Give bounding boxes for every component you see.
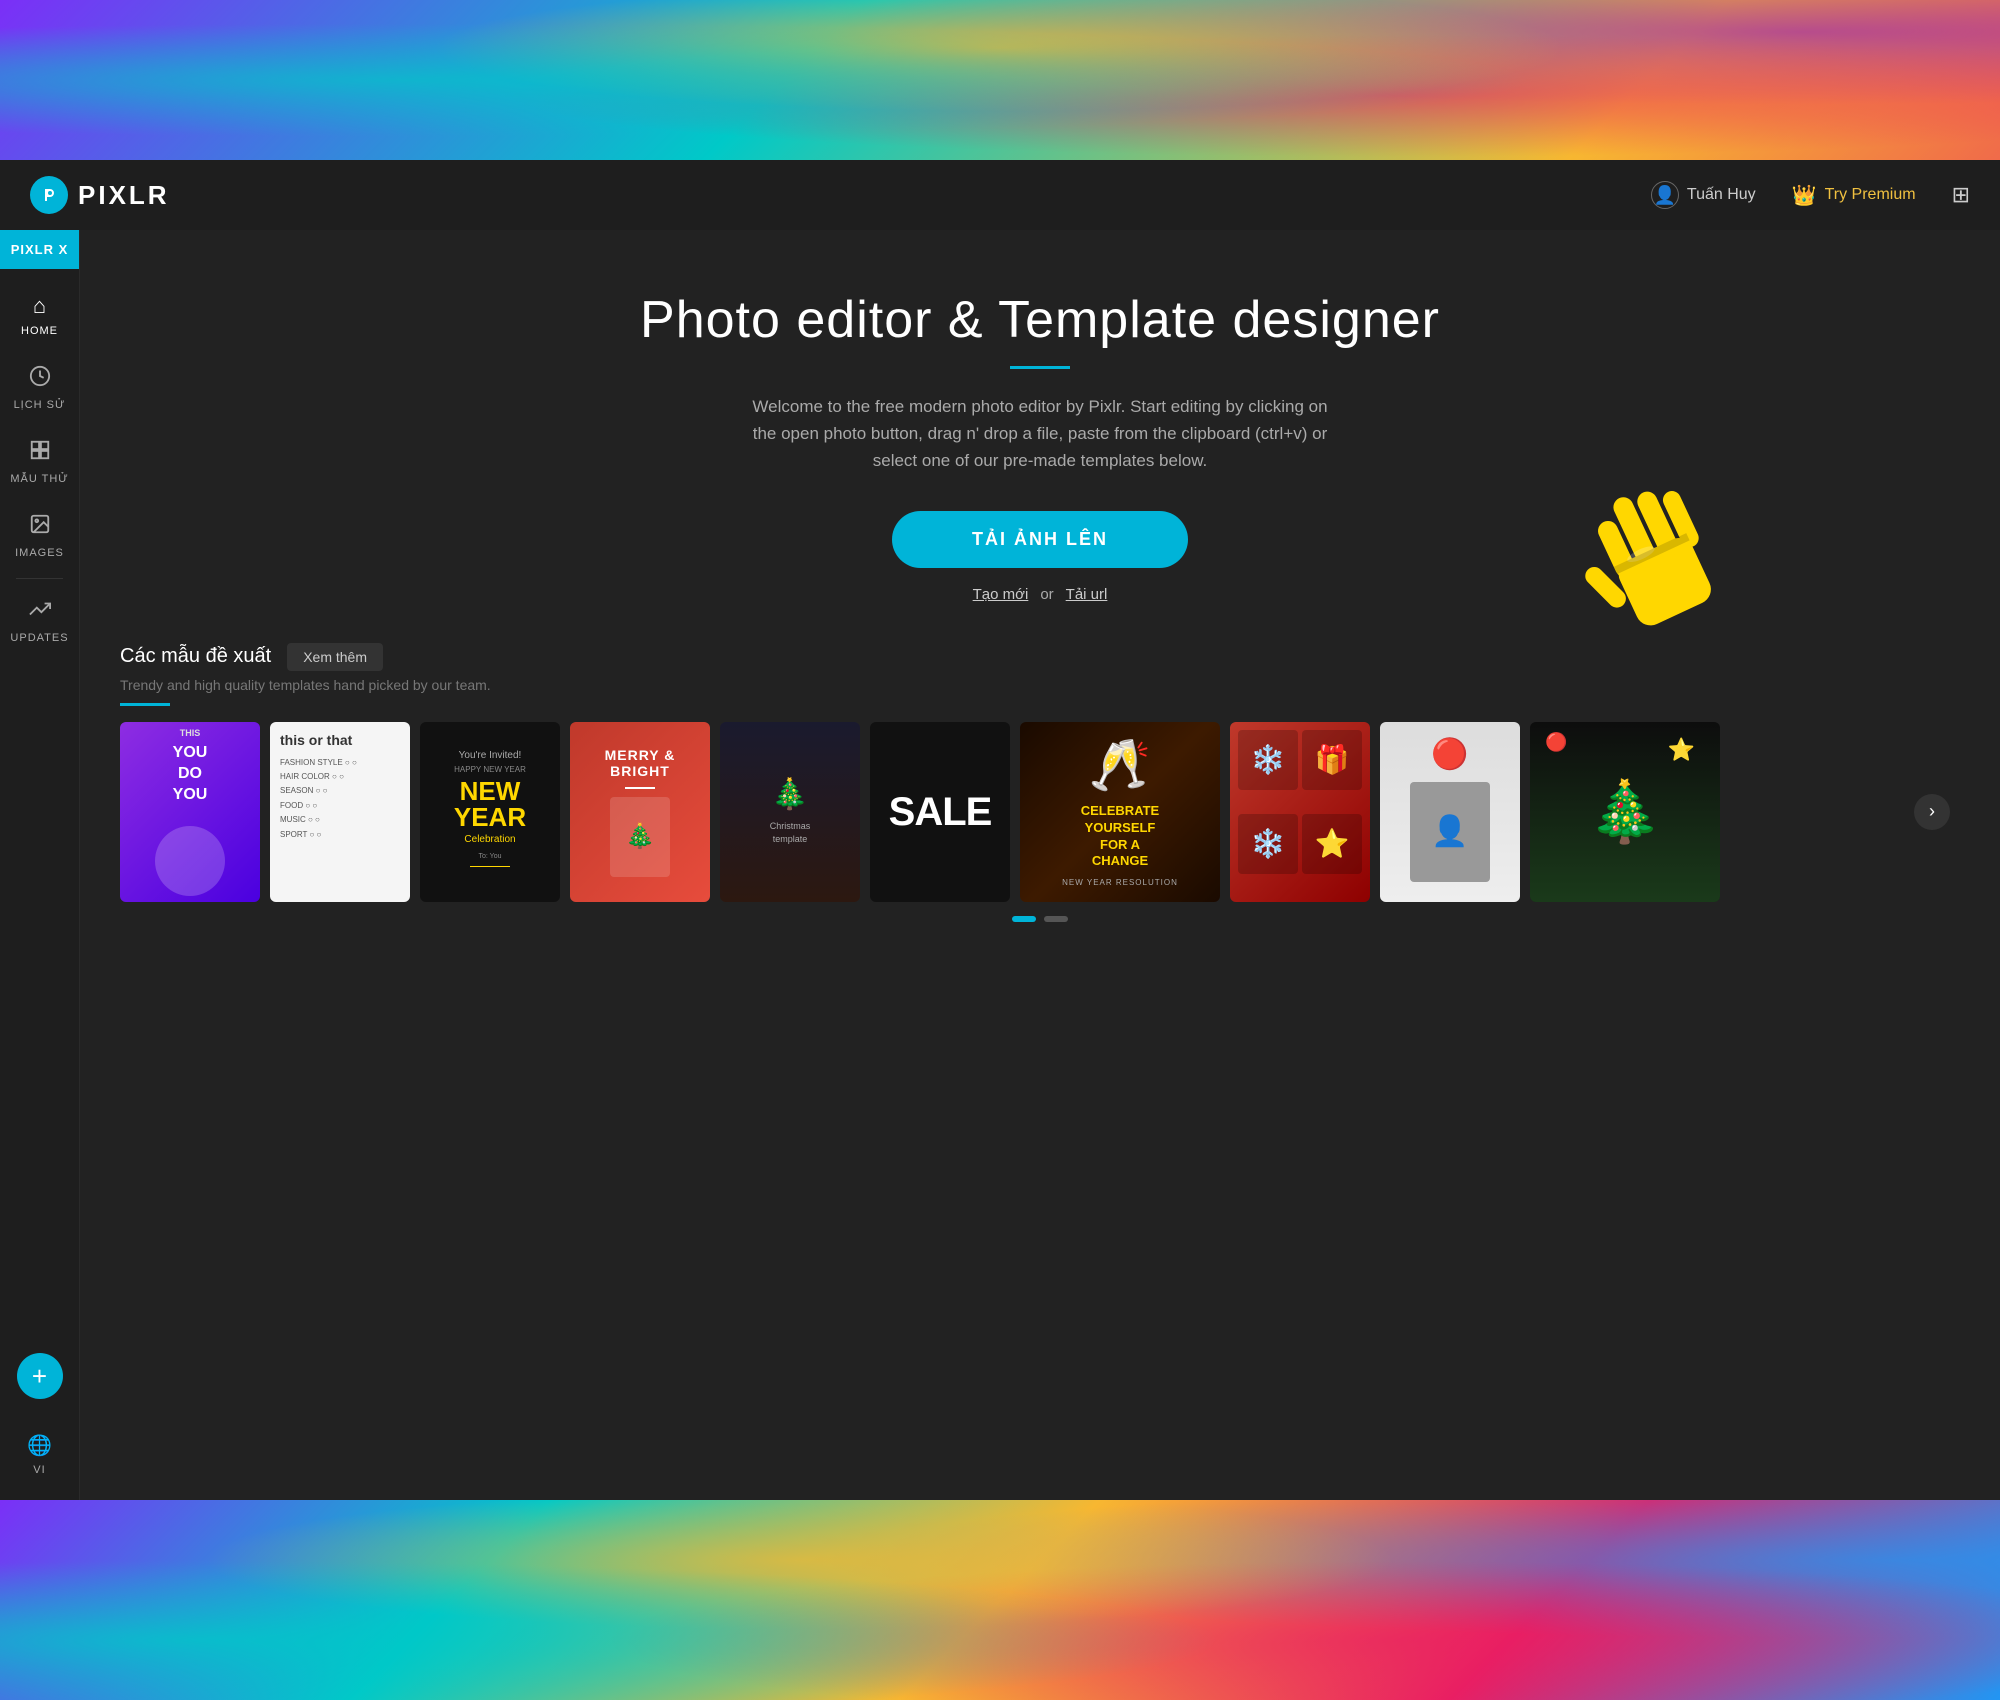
content-area: Photo editor & Template designer Welcome… xyxy=(80,230,2000,1500)
globe-icon: 🌐 xyxy=(27,1433,52,1458)
pixlr-x-tab[interactable]: PIXLR X xyxy=(0,230,79,269)
try-premium-label: Try Premium xyxy=(1825,186,1916,204)
upload-button[interactable]: TẢI ẢNH LÊN xyxy=(892,511,1188,568)
home-icon: ⌂ xyxy=(33,293,46,319)
templates-section: Các mẫu đề xuất Xem thêm Trendy and high… xyxy=(80,643,2000,922)
navbar-left: PIXLR xyxy=(30,176,170,214)
template-card-4[interactable]: MERRY & BRIGHT 🎄 xyxy=(570,722,710,902)
sidebar-templates-label: MẪU THỬ xyxy=(10,473,68,485)
updates-icon xyxy=(29,598,51,626)
pixlr-logo: PIXLR xyxy=(30,176,170,214)
sidebar-updates-label: UPDATES xyxy=(10,632,68,644)
top-banner xyxy=(0,0,2000,160)
templates-title: Các mẫu đề xuất xyxy=(120,645,271,668)
sidebar-item-images[interactable]: IMAGES xyxy=(0,499,79,573)
main-layout: PIXLR X ⌂ HOME LỊCH SỬ MẪU THỬ xyxy=(0,230,2000,1500)
sidebar-home-label: HOME xyxy=(21,325,58,337)
logo-text: PIXLR xyxy=(78,180,170,211)
sidebar-divider xyxy=(16,578,63,579)
template-card-10[interactable]: 🎄 ⭐ 🔴 xyxy=(1530,722,1720,902)
user-info[interactable]: 👤 Tuấn Huy xyxy=(1651,181,1756,209)
pagination-dots xyxy=(120,916,1960,922)
history-icon xyxy=(29,365,51,393)
sidebar: PIXLR X ⌂ HOME LỊCH SỬ MẪU THỬ xyxy=(0,230,80,1500)
crown-icon: 👑 xyxy=(1792,183,1817,208)
sidebar-history-label: LỊCH SỬ xyxy=(14,399,66,411)
template-card-1[interactable]: THIS YOUDOYOU xyxy=(120,722,260,902)
lang-label: VI xyxy=(33,1464,45,1476)
template-card-5[interactable]: 🎄 Christmastemplate xyxy=(720,722,860,902)
template-card-9[interactable]: 🔴 👤 xyxy=(1380,722,1520,902)
see-more-button[interactable]: Xem thêm xyxy=(287,643,383,671)
grid-icon[interactable]: ⊞ xyxy=(1952,182,1970,208)
templates-underline xyxy=(120,703,170,706)
navbar-right: 👤 Tuấn Huy 👑 Try Premium ⊞ xyxy=(1651,175,1970,216)
hero-title-underline xyxy=(1010,366,1070,369)
templates-header: Các mẫu đề xuất Xem thêm xyxy=(120,643,1960,671)
templates-grid: THIS YOUDOYOU this or that FASHION STYLE… xyxy=(120,722,1960,902)
sidebar-item-home[interactable]: ⌂ HOME xyxy=(0,279,79,351)
sidebar-item-updates[interactable]: UPDATES xyxy=(0,584,79,658)
template-card-3[interactable]: You're Invited! HAPPY NEW YEAR NEWYEAR C… xyxy=(420,722,560,902)
hero-section: Photo editor & Template designer Welcome… xyxy=(80,230,2000,643)
template-card-6[interactable]: SALE xyxy=(870,722,1010,902)
templates-subtitle: Trendy and high quality templates hand p… xyxy=(120,677,1960,693)
logo-icon xyxy=(30,176,68,214)
url-link[interactable]: Tải url xyxy=(1066,586,1108,603)
user-name-label: Tuấn Huy xyxy=(1687,186,1756,204)
action-links: Tạo mới or Tải url xyxy=(120,586,1960,603)
templates-carousel-wrapper: THIS YOUDOYOU this or that FASHION STYLE… xyxy=(120,722,1960,902)
lang-item[interactable]: 🌐 VI xyxy=(0,1419,79,1490)
hero-title: Photo editor & Template designer xyxy=(120,290,1960,350)
sidebar-images-label: IMAGES xyxy=(15,547,64,559)
bottom-banner xyxy=(0,1500,2000,1700)
add-button[interactable]: + xyxy=(17,1353,63,1399)
template-card-8[interactable]: ❄️ 🎁 ❄️ ⭐ xyxy=(1230,722,1370,902)
sidebar-item-history[interactable]: LỊCH SỬ xyxy=(0,351,79,425)
templates-icon xyxy=(29,439,51,467)
sidebar-item-templates[interactable]: MẪU THỬ xyxy=(0,425,79,499)
template-card-7[interactable]: 🥂 CELEBRATEYOURSELFFOR ACHANGE NEW YEAR … xyxy=(1020,722,1220,902)
action-or: or xyxy=(1040,586,1053,603)
try-premium-button[interactable]: 👑 Try Premium xyxy=(1780,175,1928,216)
create-link[interactable]: Tạo mới xyxy=(973,586,1029,603)
hero-subtitle: Welcome to the free modern photo editor … xyxy=(740,393,1340,475)
navbar: PIXLR 👤 Tuấn Huy 👑 Try Premium ⊞ xyxy=(0,160,2000,230)
pagination-dot-1[interactable] xyxy=(1012,916,1036,922)
images-icon xyxy=(29,513,51,541)
pagination-dot-2[interactable] xyxy=(1044,916,1068,922)
carousel-next-button[interactable]: › xyxy=(1914,794,1950,830)
user-avatar-icon: 👤 xyxy=(1651,181,1679,209)
template-card-2[interactable]: this or that FASHION STYLE ○ ○ HAIR COLO… xyxy=(270,722,410,902)
